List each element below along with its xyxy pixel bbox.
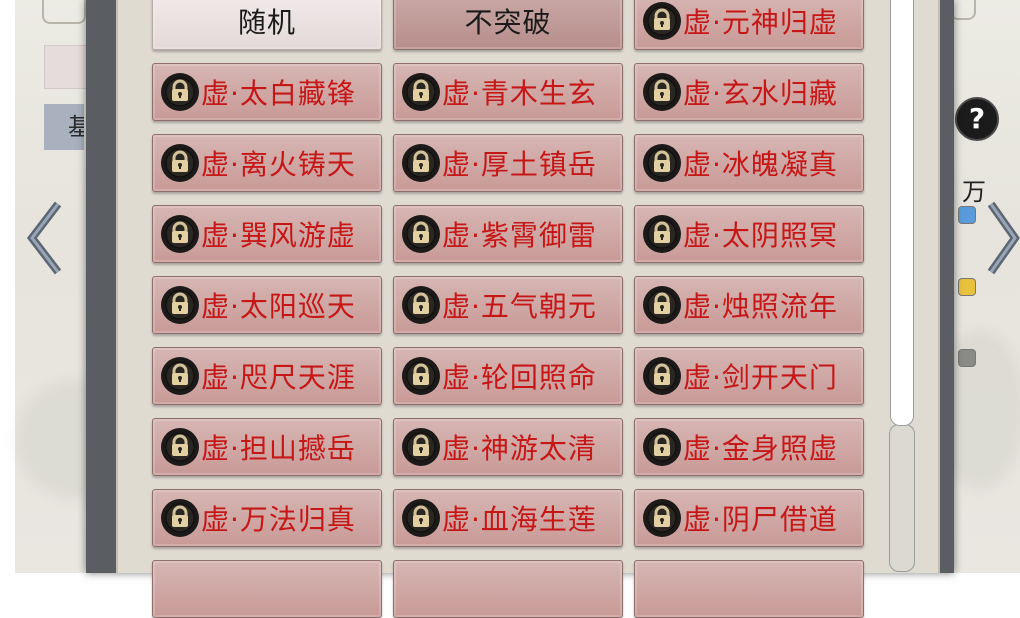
option-button[interactable]: 随机 [152,0,382,50]
padlock-icon [643,2,681,40]
option-label: 虚·巽风游虚 [201,219,356,252]
option-button-partial[interactable] [393,560,623,618]
option-button[interactable]: 虚·青木生玄 [393,63,623,121]
option-label: 虚·轮回照命 [442,361,597,394]
option-button[interactable]: 虚·太白藏锋 [152,63,382,121]
side-label: 万 [962,178,986,206]
option-button[interactable]: 虚·阴尸借道 [634,489,864,547]
option-label: 随机 [237,6,296,39]
option-label: 虚·厚土镇岳 [442,148,597,181]
padlock-icon [161,73,199,111]
option-label: 虚·烛照流年 [683,290,838,323]
option-label: 虚·太阳巡天 [201,290,356,323]
padlock-icon [402,357,440,395]
option-label: 虚·阴尸借道 [683,503,838,536]
option-label: 不突破 [464,6,552,39]
background-frame [42,0,86,24]
option-label: 虚·青木生玄 [442,77,597,110]
padlock-icon [161,357,199,395]
padlock-icon [402,428,440,466]
padlock-icon [643,144,681,182]
help-button[interactable]: ? [955,97,999,141]
option-label: 虚·玄水归藏 [683,77,838,110]
option-button[interactable]: 虚·冰魄凝真 [634,134,864,192]
option-button[interactable]: 不突破 [393,0,623,50]
padlock-icon [161,499,199,537]
option-button[interactable]: 虚·离火铸天 [152,134,382,192]
option-label: 虚·太白藏锋 [201,77,356,110]
chevron-left-icon [26,201,62,275]
option-button[interactable]: 虚·太阳巡天 [152,276,382,334]
option-button[interactable]: 虚·轮回照命 [393,347,623,405]
option-button[interactable]: 虚·巽风游虚 [152,205,382,263]
padlock-icon [643,73,681,111]
option-button[interactable]: 虚·咫尺天涯 [152,347,382,405]
option-button[interactable]: 虚·担山撼岳 [152,418,382,476]
padlock-icon [402,499,440,537]
option-label: 虚·元神归虚 [683,6,838,39]
padlock-icon [161,144,199,182]
question-icon: ? [968,102,986,135]
option-button-partial[interactable] [634,560,864,618]
option-button[interactable]: 虚·紫霄御雷 [393,205,623,263]
option-button[interactable]: 虚·金身照虚 [634,418,864,476]
option-label: 虚·万法归真 [201,503,356,536]
scrollbar-thumb[interactable] [890,0,914,426]
option-label: 虚·冰魄凝真 [683,148,838,181]
padlock-icon [402,144,440,182]
option-button[interactable]: 虚·五气朝元 [393,276,623,334]
scrollbar-rail[interactable] [889,424,915,572]
previous-arrow-button[interactable] [24,198,64,278]
option-button[interactable]: 虚·万法归真 [152,489,382,547]
padlock-icon [643,215,681,253]
option-label: 虚·剑开天门 [683,361,838,394]
padlock-icon [402,215,440,253]
next-arrow-button[interactable] [985,198,1020,278]
option-button[interactable]: 虚·烛照流年 [634,276,864,334]
padlock-icon [643,428,681,466]
padlock-icon [402,73,440,111]
option-label: 虚·血海生莲 [442,503,597,536]
chevron-right-icon [987,201,1020,275]
option-button-partial[interactable] [152,560,382,618]
option-button[interactable]: 虚·太阴照冥 [634,205,864,263]
option-label: 虚·金身照虚 [683,432,838,465]
background-panel [44,45,88,89]
padlock-icon [161,215,199,253]
option-label: 虚·紫霄御雷 [442,219,597,252]
option-label: 虚·五气朝元 [442,290,597,323]
gray-indicator [958,349,976,367]
option-label: 虚·离火铸天 [201,148,356,181]
option-label: 虚·神游太清 [442,432,597,465]
option-button[interactable]: 虚·神游太清 [393,418,623,476]
padlock-icon [161,428,199,466]
option-button[interactable]: 虚·血海生莲 [393,489,623,547]
padlock-icon [643,286,681,324]
padlock-icon [643,499,681,537]
background-tab-label: 基 [68,113,84,141]
option-button[interactable]: 虚·元神归虚 [634,0,864,50]
option-label: 虚·太阴照冥 [683,219,838,252]
option-button[interactable]: 虚·剑开天门 [634,347,864,405]
padlock-icon [402,286,440,324]
option-label: 虚·担山撼岳 [201,432,356,465]
option-button[interactable]: 虚·厚土镇岳 [393,134,623,192]
option-label: 虚·咫尺天涯 [201,361,356,394]
option-button[interactable]: 虚·玄水归藏 [634,63,864,121]
background-tab[interactable]: 基 [44,104,84,150]
yellow-indicator [958,278,976,296]
blue-indicator [958,206,976,224]
padlock-icon [643,357,681,395]
padlock-icon [161,286,199,324]
